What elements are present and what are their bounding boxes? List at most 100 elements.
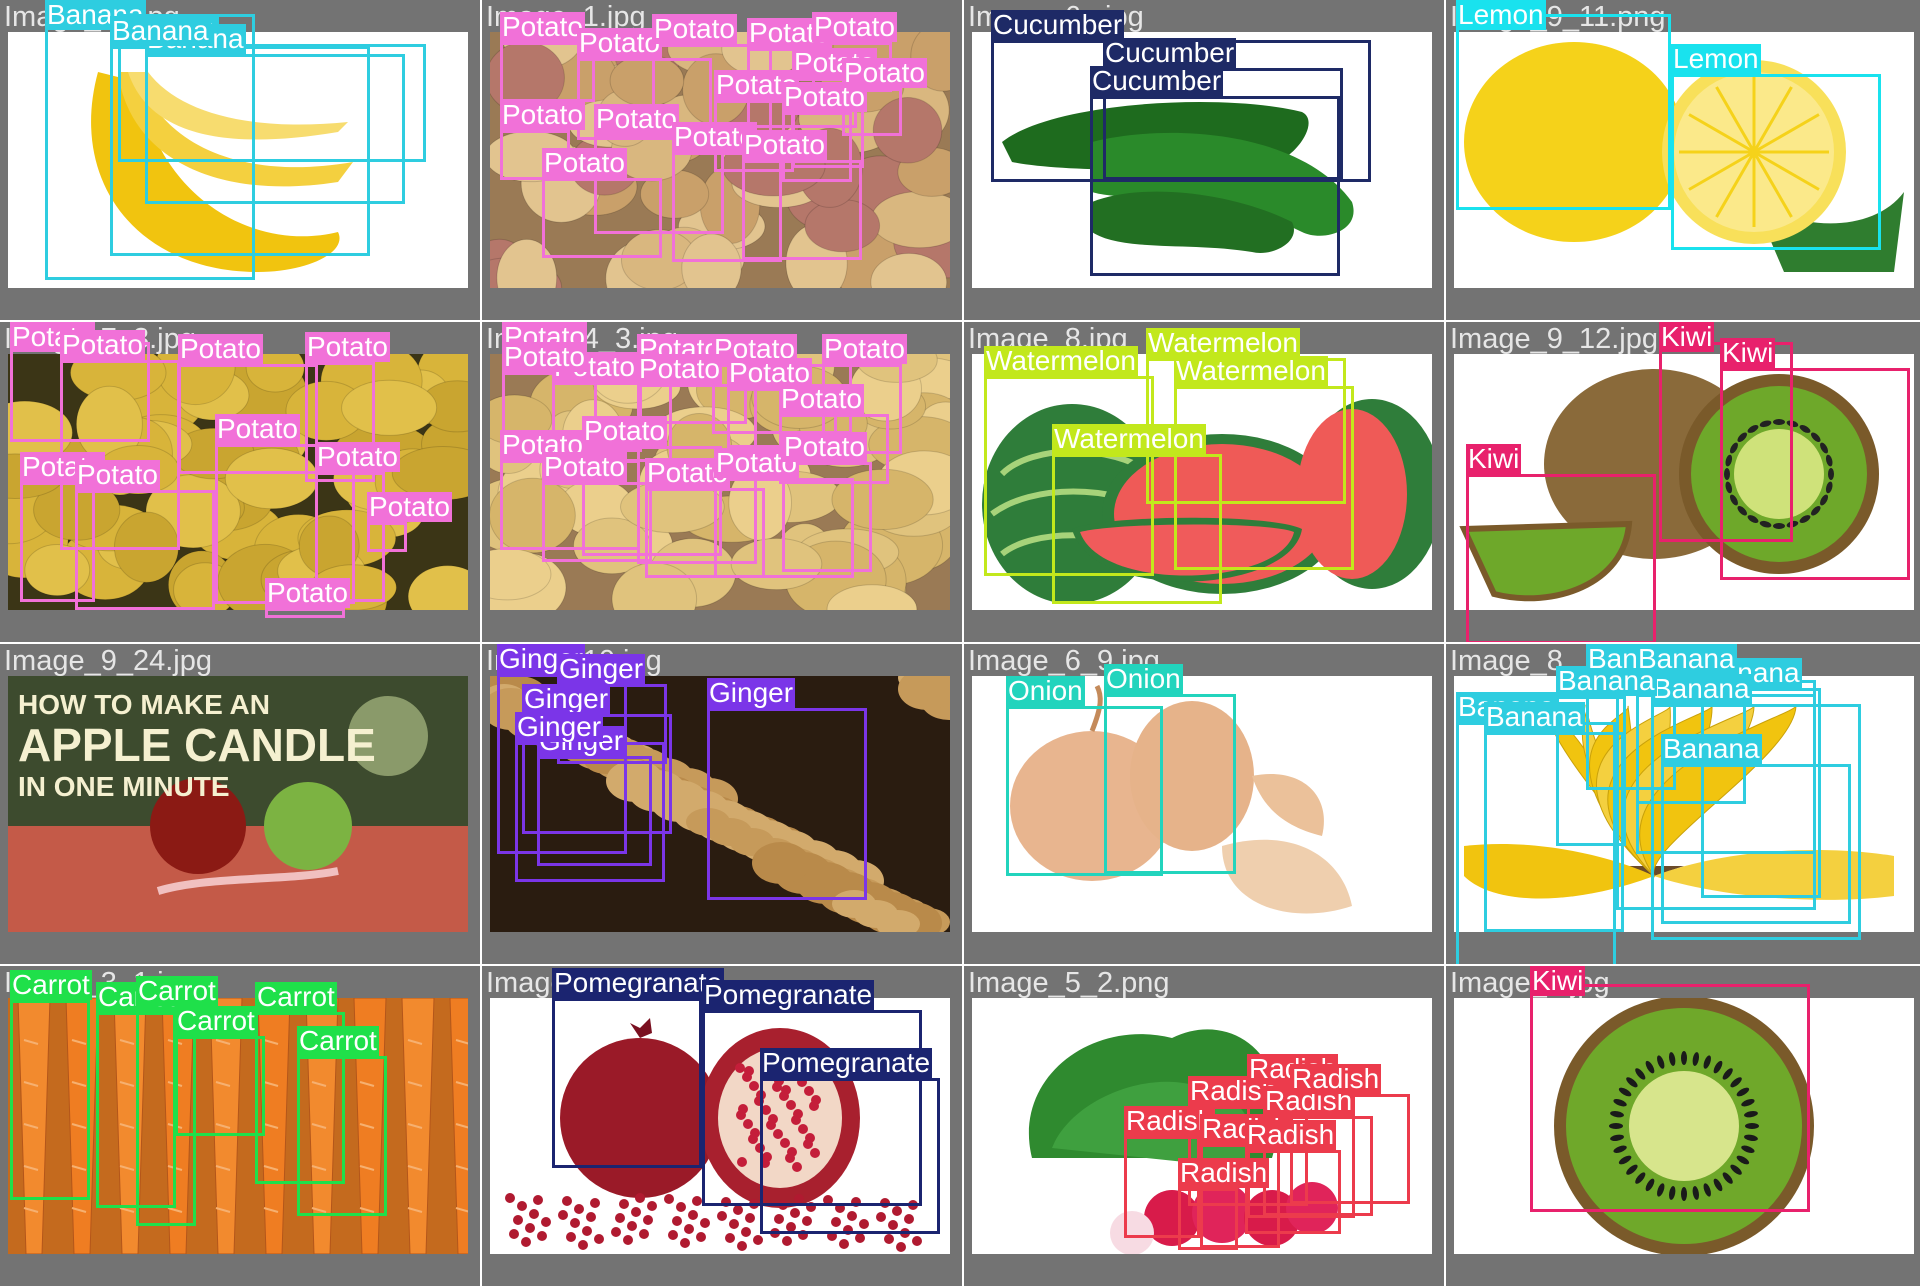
tile-filename: Image_9_24.jpg	[4, 645, 212, 677]
detection-label: Banana	[1484, 701, 1585, 732]
detection-label: Potato	[542, 451, 627, 482]
bounding-box	[175, 1036, 265, 1136]
bounding-box	[10, 1000, 90, 1200]
tile-filename: Image_5_2.png	[968, 967, 1170, 999]
bounding-box	[742, 160, 862, 260]
detection-label: Pomegranate	[702, 979, 875, 1010]
detection-label: Banana	[110, 15, 211, 46]
mosaic-tile: Image_8.jpg Watermelon Watermelon Watermelo…	[964, 322, 1444, 642]
detection-label: Watermelon	[1146, 327, 1300, 358]
detection-mosaic: Image_25.jpgBananaBananaBananaBananaImag…	[0, 0, 1920, 1286]
detection-label: Radish	[1245, 1119, 1337, 1150]
detection-label: Ginger	[522, 683, 611, 714]
overlay-line: APPLE CANDLE	[18, 719, 376, 772]
detection-label: Kiwi	[1466, 443, 1522, 474]
detection-label: Ginger	[557, 653, 646, 684]
mosaic-tile: HOW TO MAKE AN APPLE CANDLE IN ONE MINUTE I…	[0, 644, 480, 964]
mosaic-tile: Image_5_2.png Radish Radish Radish Radish Rad…	[964, 966, 1444, 1286]
detection-label: Ginger	[515, 711, 604, 742]
bounding-box	[367, 522, 407, 552]
detection-label: Potato	[265, 577, 350, 608]
detection-label: Kiwi	[1720, 337, 1776, 368]
detection-label: Banana	[1661, 733, 1762, 764]
bounding-box	[1661, 764, 1851, 924]
photo-overlay-text: HOW TO MAKE AN APPLE CANDLE IN ONE MINUTE	[18, 688, 376, 803]
bounding-box	[1052, 454, 1222, 604]
detection-label: Onion	[1006, 675, 1085, 706]
detection-label: Potato	[594, 103, 679, 134]
detection-label: Pomegranate	[760, 1047, 933, 1078]
overlay-line: HOW TO MAKE AN	[18, 689, 270, 720]
mosaic-tile: Image_3_1.jpgCarrotCarrotCarrotCarrotCar…	[0, 966, 480, 1286]
detection-label: Banana	[1651, 673, 1752, 704]
detection-label: Potato	[502, 341, 587, 372]
detection-label: Potato	[500, 99, 585, 130]
detection-label: Watermelon	[1174, 355, 1328, 386]
detection-label: Potato	[315, 441, 400, 472]
mosaic-tile: Image_6_9.jpg Onion Onion	[964, 644, 1444, 964]
mosaic-tile: Image_1.jpgPotatoPotatoPotatoPotatoPotat…	[482, 0, 962, 320]
mosaic-tile: Image_10.jpgGingerGingerGingerGingerGing…	[482, 644, 962, 964]
detection-label: Potato	[577, 27, 662, 58]
detection-label: Carrot	[297, 1025, 379, 1056]
bounding-box	[1104, 694, 1236, 874]
detection-label: Radish	[1178, 1157, 1270, 1188]
mosaic-tile: Image_25.jpgBananaBananaBananaBanana	[0, 0, 480, 320]
bounding-box	[1530, 984, 1810, 1212]
mosaic-tile: Image_3.jpgKiwi	[1446, 966, 1920, 1286]
detection-label: Kiwi	[1530, 966, 1586, 996]
mosaic-tile: Image_4_3.jpgPotatoPotatoPotatoPotatoPot…	[482, 322, 962, 642]
detection-label: Cucumber	[991, 9, 1125, 40]
detection-label: Potato	[367, 491, 452, 522]
detection-label: Lemon	[1456, 0, 1546, 30]
detection-label: Pomegranate	[552, 967, 725, 998]
detection-label: Cucumber	[1090, 65, 1224, 96]
bounding-box	[542, 482, 652, 562]
tile-filename: Image_9_12.jpg	[1450, 323, 1658, 355]
mosaic-tile: Image_7_3.jpgPotatoPotatoPotatoPotatoPot…	[0, 322, 480, 642]
detection-label: Potato	[500, 11, 585, 42]
detection-label: Cucumber	[1103, 37, 1237, 68]
detection-label: Carrot	[136, 975, 218, 1006]
bounding-box	[1671, 74, 1881, 250]
detection-label: Carrot	[255, 981, 337, 1012]
bounding-box	[1456, 14, 1671, 210]
detection-label: Potato	[305, 331, 390, 362]
overlay-line: IN ONE MINUTE	[18, 770, 230, 802]
bounding-box	[110, 46, 370, 256]
detection-label: Lemon	[1671, 43, 1761, 74]
detection-label: Potato	[582, 415, 667, 446]
bounding-box	[760, 1078, 940, 1234]
bounding-box	[1178, 1188, 1238, 1250]
bounding-box	[265, 608, 345, 618]
detection-label: Watermelon	[984, 345, 1138, 376]
detection-label: Potato	[652, 13, 737, 44]
bounding-box	[297, 1056, 387, 1216]
detection-label: Carrot	[175, 1005, 257, 1036]
detection-label: Carrot	[10, 969, 92, 1000]
bounding-box	[1720, 368, 1910, 580]
detection-label: Potato	[178, 333, 263, 364]
bounding-box	[515, 742, 665, 882]
bounding-box	[542, 178, 662, 258]
mosaic-tile: Image_8_.jpg Banana Banana Banana Banana Bana…	[1446, 644, 1920, 964]
detection-label: Potato	[637, 353, 722, 384]
bounding-box	[75, 490, 215, 610]
detection-label: Kiwi	[1659, 322, 1715, 352]
detection-label: Radish	[1290, 1063, 1382, 1094]
mosaic-tile: Image_6_.jpgCucumberCucumberCucumber	[964, 0, 1444, 320]
mosaic-tile: Image_6_4.jpgPomegranatePomegranatePomeg…	[482, 966, 962, 1286]
detection-label: Banana	[1636, 644, 1737, 674]
detection-label: Watermelon	[1052, 423, 1206, 454]
detection-label: Potato	[822, 333, 907, 364]
detection-label: Ginger	[707, 677, 796, 708]
detection-label: Potato	[742, 129, 827, 160]
detection-label: Potato	[842, 57, 927, 88]
detection-label: Potato	[782, 431, 867, 462]
mosaic-tile: Image_9_11.png Lemon Lemon	[1446, 0, 1920, 320]
bounding-box	[707, 708, 867, 900]
bounding-box	[1466, 474, 1656, 642]
detection-label: Potato	[542, 147, 627, 178]
detection-label: Onion	[1104, 663, 1183, 694]
bounding-box	[782, 462, 872, 572]
